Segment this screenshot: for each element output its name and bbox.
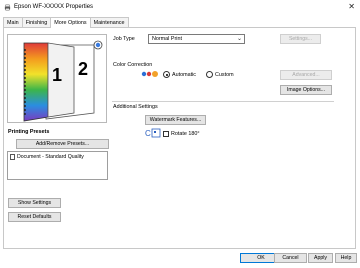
svg-text:C: C bbox=[145, 129, 151, 138]
additional-settings-label: Additional Settings bbox=[113, 104, 158, 110]
tab-main[interactable]: Main bbox=[3, 17, 23, 27]
cancel-button[interactable]: Cancel bbox=[274, 253, 307, 263]
custom-radio[interactable] bbox=[206, 71, 213, 78]
section-divider bbox=[112, 101, 334, 102]
title-bar: Epson WF-XXXXX Properties ✕ bbox=[0, 0, 360, 16]
printer-app-icon bbox=[4, 4, 11, 11]
job-settings-button[interactable]: Settings... bbox=[280, 34, 321, 44]
image-options-button[interactable]: Image Options... bbox=[280, 85, 332, 95]
chevron-down-icon: ⌄ bbox=[236, 36, 242, 42]
document-icon bbox=[10, 154, 15, 160]
preset-item-label: Document - Standard Quality bbox=[17, 154, 84, 160]
job-type-label: Job Type bbox=[113, 36, 135, 42]
tab-more-options[interactable]: More Options bbox=[50, 17, 91, 28]
print-preview: 1 2 bbox=[7, 34, 107, 123]
help-button[interactable]: Help bbox=[335, 253, 357, 263]
reset-defaults-button[interactable]: Reset Defaults bbox=[8, 212, 61, 222]
job-type-select[interactable]: Normal Print ⌄ bbox=[148, 34, 245, 44]
rotate-icon: C bbox=[145, 128, 161, 138]
preview-page-2-number: 2 bbox=[78, 59, 89, 79]
tab-maintenance[interactable]: Maintenance bbox=[89, 17, 129, 27]
rotate-180-label: Rotate 180° bbox=[171, 131, 200, 137]
watermark-features-button[interactable]: Watermark Features... bbox=[145, 115, 206, 125]
tab-finishing[interactable]: Finishing bbox=[21, 17, 52, 27]
color-correction-label: Color Correction bbox=[113, 62, 153, 68]
show-settings-button[interactable]: Show Settings bbox=[8, 198, 61, 208]
tab-strip: Main Finishing More Options Maintenance bbox=[3, 17, 129, 28]
color-correction-icon bbox=[141, 71, 158, 77]
job-type-value: Normal Print bbox=[152, 36, 182, 42]
advanced-button[interactable]: Advanced... bbox=[280, 70, 332, 80]
custom-radio-label: Custom bbox=[215, 72, 234, 78]
add-remove-presets-button[interactable]: Add/Remove Presets... bbox=[16, 139, 109, 149]
presets-list[interactable]: Document - Standard Quality bbox=[7, 151, 108, 180]
window-title: Epson WF-XXXXX Properties bbox=[14, 4, 94, 10]
list-item[interactable]: Document - Standard Quality bbox=[10, 154, 84, 160]
printing-presets-label: Printing Presets bbox=[8, 129, 50, 135]
preview-page-1-number: 1 bbox=[52, 65, 63, 85]
apply-button[interactable]: Apply bbox=[308, 253, 333, 263]
automatic-radio-label: Automatic bbox=[172, 72, 196, 78]
rotate-180-checkbox[interactable] bbox=[163, 131, 169, 137]
automatic-radio[interactable] bbox=[163, 71, 170, 78]
close-icon[interactable]: ✕ bbox=[348, 3, 355, 11]
